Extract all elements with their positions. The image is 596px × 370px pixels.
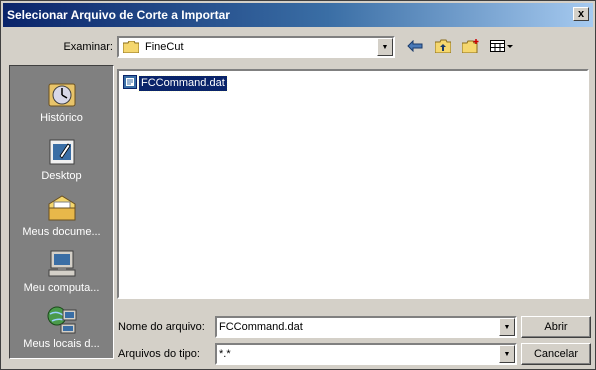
toolbar <box>405 37 515 57</box>
window-title: Selecionar Arquivo de Corte a Importar <box>7 8 230 22</box>
view-menu-button[interactable] <box>489 38 515 56</box>
filename-label: Nome do arquivo: <box>118 321 205 333</box>
place-label: Meus docume... <box>22 226 101 238</box>
open-button[interactable]: Abrir <box>521 316 591 338</box>
title-bar: Selecionar Arquivo de Corte a Importar x <box>3 3 593 27</box>
place-label: Histórico <box>40 112 83 124</box>
back-icon <box>407 39 423 55</box>
filetype-label: Arquivos do tipo: <box>118 348 200 360</box>
file-name: FCCommand.dat <box>138 74 228 92</box>
new-folder-icon <box>461 38 480 56</box>
list-item[interactable]: FCCommand.dat <box>123 74 228 92</box>
file-list[interactable]: FCCommand.dat <box>117 69 589 299</box>
look-in-value: FineCut <box>145 41 184 53</box>
look-in-dropdown-button[interactable]: ▼ <box>377 38 393 56</box>
my-computer-icon <box>46 248 78 280</box>
up-folder-button[interactable] <box>433 38 453 56</box>
place-label: Desktop <box>41 170 82 182</box>
place-my-documents[interactable]: Meus docume... <box>10 190 113 248</box>
folder-icon <box>122 40 140 54</box>
place-label: Meus locais d... <box>23 338 100 350</box>
close-button[interactable]: x <box>573 7 589 21</box>
file-icon <box>123 74 137 92</box>
filetype-value: *.* <box>219 348 231 360</box>
filetype-combo[interactable]: *.* ▼ <box>215 343 517 365</box>
file-open-dialog: Selecionar Arquivo de Corte a Importar x… <box>0 0 596 370</box>
up-folder-icon <box>434 39 452 56</box>
place-network[interactable]: Meus locais d... <box>10 302 113 360</box>
place-my-computer[interactable]: Meu computa... <box>10 246 113 304</box>
look-in-combo[interactable]: FineCut ▼ <box>117 36 395 58</box>
new-folder-button[interactable] <box>461 38 481 56</box>
back-button[interactable] <box>405 38 425 56</box>
place-label: Meu computa... <box>23 282 100 294</box>
place-desktop[interactable]: Desktop <box>10 134 113 192</box>
network-places-icon <box>46 304 78 336</box>
cancel-button[interactable]: Cancelar <box>521 343 591 365</box>
view-menu-icon <box>490 39 514 56</box>
look-in-label: Examinar: <box>63 41 113 53</box>
desktop-icon <box>46 136 78 168</box>
places-bar: Histórico Desktop Meus docume... Meu com… <box>9 65 114 359</box>
chevron-down-icon: ▼ <box>503 350 511 358</box>
filename-value[interactable]: FCCommand.dat <box>217 321 303 333</box>
filename-dropdown-button[interactable]: ▼ <box>499 318 515 336</box>
history-icon <box>46 78 78 110</box>
place-history[interactable]: Histórico <box>10 76 113 134</box>
chevron-down-icon: ▼ <box>503 323 511 331</box>
close-icon: x <box>577 7 585 20</box>
chevron-down-icon: ▼ <box>381 43 389 51</box>
filetype-dropdown-button[interactable]: ▼ <box>499 345 515 363</box>
my-documents-icon <box>46 192 78 224</box>
filename-combo[interactable]: FCCommand.dat ▼ <box>215 316 517 338</box>
